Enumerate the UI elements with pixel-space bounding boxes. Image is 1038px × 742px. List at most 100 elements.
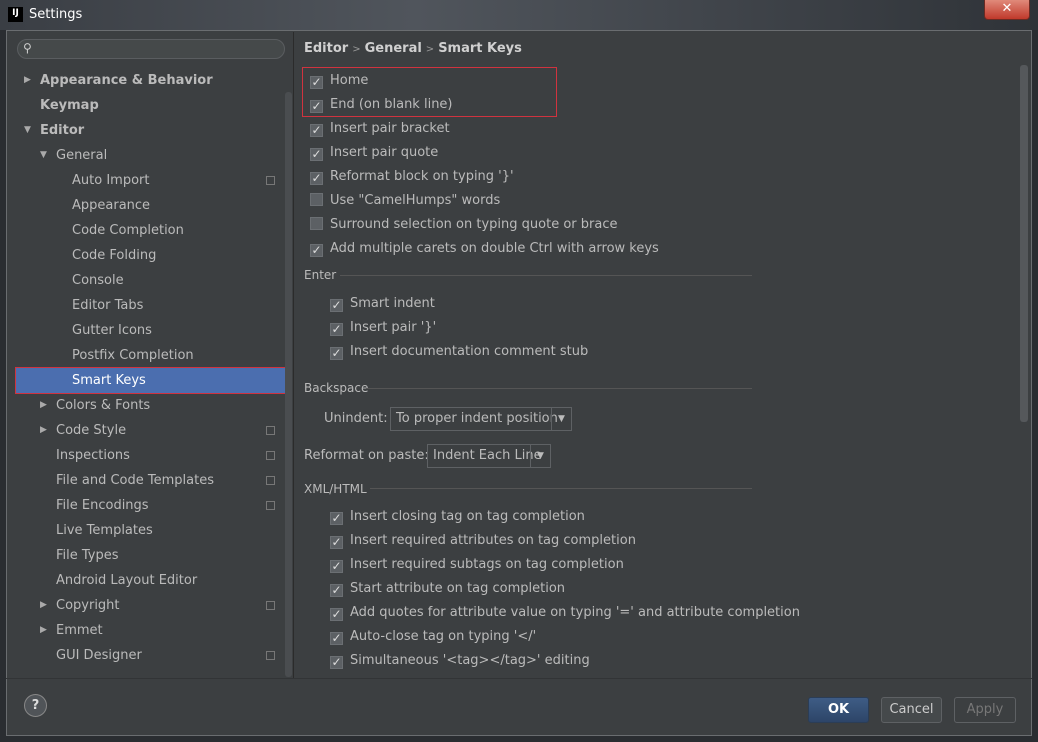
project-copy-icon [266, 601, 275, 610]
checkbox-option[interactable]: ✓ Insert required attributes on tag compl… [330, 531, 636, 551]
expand-right-icon[interactable]: ▶ [40, 418, 47, 443]
tree-item[interactable]: Live Templates [8, 518, 288, 543]
checkbox-option[interactable]: ✓ Auto-close tag on typing '</' [330, 627, 536, 647]
tree-item[interactable]: File Encodings [8, 493, 288, 518]
tree-item[interactable]: Android Layout Editor [8, 568, 288, 593]
checkbox-option[interactable]: ✓ Simultaneous '<tag></tag>' editing [330, 651, 590, 671]
project-copy-icon [266, 451, 275, 460]
tree-item[interactable]: ▶ Emmet [8, 618, 288, 643]
checkbox-checked-icon[interactable]: ✓ [330, 512, 343, 525]
expand-right-icon[interactable]: ▶ [24, 68, 31, 93]
project-copy-icon [266, 176, 275, 185]
checkbox-unchecked-icon[interactable] [310, 193, 323, 206]
tree-item[interactable]: ▶ Colors & Fonts [8, 393, 288, 418]
checkbox-option[interactable]: ✓ Smart indent [330, 294, 435, 314]
tree-item[interactable]: Editor Tabs [8, 293, 288, 318]
tree-item-label: General [56, 148, 108, 163]
checkbox-checked-icon[interactable]: ✓ [330, 656, 343, 669]
tree-item-label: Emmet [56, 623, 103, 638]
checkbox-checked-icon[interactable]: ✓ [330, 632, 343, 645]
tree-item[interactable]: Code Folding [8, 243, 288, 268]
checkbox-label: Smart indent [350, 296, 435, 311]
tree-item-label: Inspections [56, 448, 130, 463]
unindent-value: To proper indent position [396, 411, 558, 426]
tree-item-label: Auto Import [72, 173, 150, 188]
tree-item[interactable]: ▼ Editor [8, 118, 288, 143]
checkbox-option[interactable]: ✓ Reformat block on typing '}' [310, 167, 514, 187]
checkbox-checked-icon[interactable]: ✓ [330, 323, 343, 336]
checkbox-option[interactable]: ✓ Insert required subtags on tag completi… [330, 555, 624, 575]
checkbox-label: Simultaneous '<tag></tag>' editing [350, 653, 590, 668]
tree-item[interactable]: ▶ Copyright [8, 593, 288, 618]
unindent-dropdown[interactable]: To proper indent position ▼ [390, 407, 572, 431]
tree-item-label: Keymap [40, 98, 99, 113]
expand-right-icon[interactable]: ▶ [40, 593, 47, 618]
checkbox-checked-icon[interactable]: ✓ [330, 347, 343, 360]
checkbox-option[interactable]: ✓ Insert documentation comment stub [330, 342, 588, 362]
tree-item-label: Colors & Fonts [56, 398, 151, 413]
checkbox-checked-icon[interactable]: ✓ [310, 244, 323, 257]
checkbox-label: Surround selection on typing quote or br… [330, 217, 618, 232]
cancel-button[interactable]: Cancel [881, 697, 942, 723]
checkbox-label: Insert closing tag on tag completion [350, 509, 585, 524]
checkbox-unchecked-icon[interactable] [310, 217, 323, 230]
checkbox-checked-icon[interactable]: ✓ [310, 148, 323, 161]
tree-item-label: Code Style [56, 423, 127, 438]
tree-item[interactable]: Inspections [8, 443, 288, 468]
checkbox-option[interactable]: ✓ Add multiple carets on double Ctrl with… [310, 239, 659, 259]
tree-item-label: Live Templates [56, 523, 153, 538]
project-copy-icon [266, 501, 275, 510]
checkbox-option[interactable]: ✓ Insert pair '}' [330, 318, 436, 338]
tree-item[interactable]: ▶ Appearance & Behavior [8, 68, 288, 93]
checkbox-checked-icon[interactable]: ✓ [330, 536, 343, 549]
help-button[interactable]: ? [24, 694, 47, 717]
tree-item[interactable]: Code Completion [8, 218, 288, 243]
checkbox-option[interactable]: ✓ Add quotes for attribute value on typin… [330, 603, 800, 623]
close-button[interactable]: ✕ [984, 0, 1030, 20]
checkbox-label: End (on blank line) [330, 97, 453, 112]
tree-item-label: Appearance & Behavior [40, 73, 213, 88]
checkbox-checked-icon[interactable]: ✓ [330, 299, 343, 312]
tree-item[interactable]: Gutter Icons [8, 318, 288, 343]
tree-item[interactable]: File and Code Templates [8, 468, 288, 493]
ok-button[interactable]: OK [808, 697, 869, 723]
expand-right-icon[interactable]: ▶ [40, 393, 47, 418]
project-copy-icon [266, 426, 275, 435]
tree-item[interactable]: Postfix Completion [8, 343, 288, 368]
checkbox-option[interactable]: ✓ Home [310, 71, 368, 91]
expand-down-icon[interactable]: ▼ [24, 118, 31, 143]
checkbox-option[interactable]: ✓ Insert pair quote [310, 143, 438, 163]
tree-item[interactable]: GUI Designer [8, 643, 288, 668]
checkbox-option[interactable]: ✓ Insert closing tag on tag completion [330, 507, 585, 527]
splitter[interactable] [293, 32, 294, 678]
checkbox-option[interactable]: Use "CamelHumps" words [310, 191, 500, 211]
checkbox-checked-icon[interactable]: ✓ [330, 608, 343, 621]
checkbox-option[interactable]: ✓ Start attribute on tag completion [330, 579, 565, 599]
tree-item[interactable]: Keymap [8, 93, 288, 118]
expand-right-icon[interactable]: ▶ [40, 618, 47, 643]
checkbox-checked-icon[interactable]: ✓ [330, 584, 343, 597]
content-scrollbar[interactable] [1020, 65, 1028, 422]
tree-item[interactable]: Console [8, 268, 288, 293]
tree-item[interactable]: Smart Keys [15, 367, 290, 394]
checkbox-checked-icon[interactable]: ✓ [310, 124, 323, 137]
tree-item[interactable]: Auto Import [8, 168, 288, 193]
checkbox-option[interactable]: ✓ Insert pair bracket [310, 119, 450, 139]
tree-item[interactable]: ▼ General [8, 143, 288, 168]
apply-button[interactable]: Apply [954, 697, 1016, 723]
tree-item[interactable]: Appearance [8, 193, 288, 218]
checkbox-option[interactable]: ✓ End (on blank line) [310, 95, 453, 115]
checkbox-option[interactable]: Surround selection on typing quote or br… [310, 215, 617, 235]
tree-item[interactable]: ▶ Code Style [8, 418, 288, 443]
search-input[interactable]: ⚲ [17, 39, 285, 59]
checkbox-checked-icon[interactable]: ✓ [310, 76, 323, 89]
tree-item-label: File Encodings [56, 498, 149, 513]
checkbox-checked-icon[interactable]: ✓ [330, 560, 343, 573]
tree-item[interactable]: File Types [8, 543, 288, 568]
reformat-dropdown[interactable]: Indent Each Line ▼ [427, 444, 551, 468]
app-logo: IJ [8, 7, 23, 22]
checkbox-checked-icon[interactable]: ✓ [310, 172, 323, 185]
expand-down-icon[interactable]: ▼ [40, 143, 47, 168]
checkbox-checked-icon[interactable]: ✓ [310, 100, 323, 113]
tree-scrollbar[interactable] [285, 92, 292, 677]
